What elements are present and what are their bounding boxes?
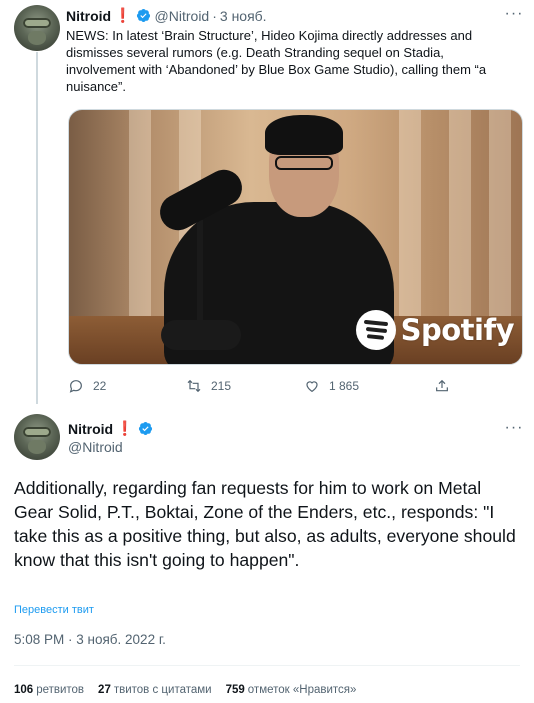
quotes-stat[interactable]: 27 твитов с цитатами [98,684,212,696]
wall-panel [489,110,511,330]
tweet-media-image[interactable]: Spotify [68,109,523,365]
author-name[interactable]: Nitroid [68,421,113,437]
tweet-text: Additionally, regarding fan requests for… [14,478,516,570]
spotify-overlay: Spotify [355,310,515,350]
likes-stat[interactable]: 759 отметок «Нравится» [226,684,357,696]
tweet2-header: Nitroid ❗ [68,420,153,437]
wall-panel [399,110,421,330]
verified-badge-icon [136,9,150,22]
likes-label: отметок «Нравится» [247,684,357,696]
like-icon [306,381,318,393]
author-handle[interactable]: @Nitroid [68,439,123,455]
more-options-icon[interactable]: ··· [504,6,524,24]
thread-connector-line [36,52,38,404]
retweets-count: 106 [14,684,34,696]
quotes-label: твитов с цитатами [113,684,212,696]
author-emoji: ❗ [114,7,132,23]
avatar[interactable] [14,5,60,51]
share-icon [436,379,448,392]
spotify-wordmark: Spotify [400,313,515,347]
microphone-base [161,320,241,350]
retweet-button[interactable]: 215 [186,378,231,394]
avatar[interactable] [14,414,60,460]
share-button[interactable] [434,378,459,394]
tweet-stats: 106 ретвитов 27 твитов с цитатами 759 отмет… [14,684,370,696]
tweet-text: NEWS: In latest ‘Brain Structure’, Hideo… [66,28,487,94]
author-emoji: ❗ [116,420,134,436]
more-options-icon[interactable]: ··· [504,420,524,438]
retweets-label: ретвитов [36,684,85,696]
person-hair [265,115,343,155]
retweet-icon [187,379,201,393]
translate-tweet-link[interactable]: Перевести твит [14,604,94,616]
tweet1-header: Nitroid ❗ @Nitroid · 3 нояб. [66,7,267,24]
tweet2-handle-row: @Nitroid [68,439,123,455]
divider [14,665,520,666]
tweet-timestamp[interactable]: 5:08 PM · 3 нояб. 2022 г. [14,632,166,647]
tweet-time[interactable]: 3 нояб. [220,8,267,24]
likes-count: 759 [225,684,245,696]
verified-badge-icon [138,422,152,435]
reply-button[interactable]: 22 [68,378,106,394]
wall-panel [449,110,471,330]
tweet-actions: 22 215 1 865 [68,378,458,398]
author-handle[interactable]: @Nitroid [155,8,210,24]
quotes-count: 27 [98,684,111,696]
person-glasses [275,156,333,170]
reply-icon [69,380,82,393]
reply-count: 22 [93,379,107,393]
separator-dot: · [212,7,217,24]
like-button[interactable]: 1 865 [304,378,359,394]
like-count: 1 865 [329,379,360,393]
retweets-stat[interactable]: 106 ретвитов [14,684,84,696]
author-name[interactable]: Nitroid [66,8,111,24]
retweet-count: 215 [211,379,232,393]
wall-panel [129,110,151,330]
spotify-logo-icon [355,310,396,350]
